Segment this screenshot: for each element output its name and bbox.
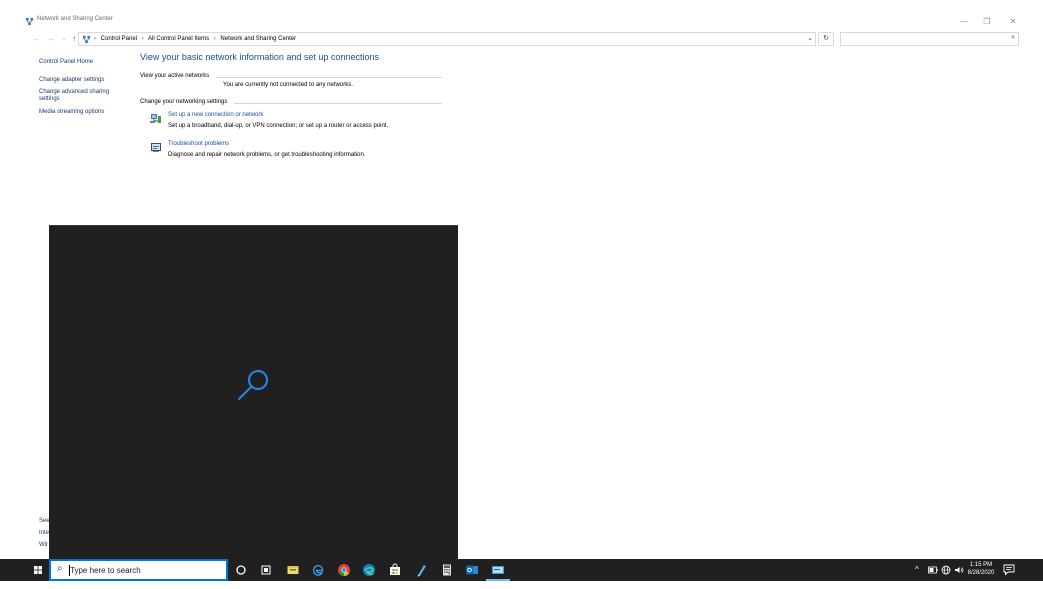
breadcrumb-network-center[interactable]: Network and Sharing Center <box>220 36 296 42</box>
breadcrumb-all-items[interactable]: All Control Panel Items <box>148 36 209 42</box>
close-button[interactable]: ✕ <box>1001 15 1025 29</box>
network-center-icon <box>82 35 91 44</box>
taskbar-search-box[interactable]: ⌕ Type here to search <box>49 559 228 581</box>
address-row: ← → ⌄ ↑ › Control Panel › All Control Pa… <box>0 32 1043 48</box>
network-globe-icon[interactable] <box>941 565 951 575</box>
back-button[interactable]: ← <box>30 32 42 46</box>
edge-icon[interactable] <box>362 563 376 577</box>
breadcrumb: › Control Panel › All Control Panel Item… <box>94 34 299 45</box>
taskbar-clock[interactable]: 1:15 PM 8/28/2020 <box>962 561 1000 577</box>
windows-start-icon[interactable] <box>28 559 48 581</box>
taskbar-search-placeholder: Type here to search <box>70 566 141 575</box>
outlook-icon[interactable] <box>465 563 479 577</box>
action-center-icon[interactable] <box>1003 564 1015 576</box>
troubleshoot-icon <box>151 143 161 152</box>
screen-bottom-edge <box>0 581 1043 589</box>
setup-connection-desc: Set up a broadband, dial-up, or VPN conn… <box>168 123 389 129</box>
store-icon[interactable] <box>388 563 402 577</box>
clock-time: 1:15 PM <box>969 562 993 568</box>
remote-desktop-icon[interactable] <box>491 563 505 577</box>
setup-connection-link[interactable]: Set up a new connection or network <box>168 112 263 118</box>
breadcrumb-separator: › <box>213 36 216 42</box>
search-icon <box>237 369 269 401</box>
troubleshoot-desc: Diagnose and repair network problems, or… <box>168 152 366 158</box>
network-setup-icon <box>150 114 161 123</box>
search-control-panel-input[interactable]: ⌕ <box>840 32 1019 46</box>
change-settings-label: Change your networking settings <box>140 99 228 105</box>
edge-legacy-icon[interactable] <box>311 563 325 577</box>
forward-button[interactable]: → <box>45 32 57 46</box>
change-advanced-sharing-link[interactable]: Change advanced sharing settings <box>39 89 124 103</box>
tray-overflow-chevron[interactable]: ^ <box>915 559 919 581</box>
see-also-link[interactable]: Wir <box>39 542 48 548</box>
taskbar: ⌕ Type here to search ^ 1:15 PM 8/28/202… <box>0 559 1043 581</box>
connection-status-text: You are currently not connected to any n… <box>223 82 353 88</box>
window-title: Network and Sharing Center <box>37 16 113 22</box>
calculator-icon[interactable] <box>440 563 454 577</box>
breadcrumb-control-panel[interactable]: Control Panel <box>101 36 137 42</box>
search-flyout <box>49 225 458 559</box>
active-networks-label: View your active networks <box>140 73 210 79</box>
divider <box>216 77 442 78</box>
cortana-icon[interactable] <box>234 563 248 577</box>
search-icon: ⌕ <box>1011 34 1015 41</box>
clock-date: 8/28/2020 <box>967 570 995 576</box>
left-nav: Control Panel Home Change adapter settin… <box>39 58 134 115</box>
chrome-icon[interactable] <box>337 563 351 577</box>
media-streaming-link[interactable]: Media streaming options <box>39 109 104 116</box>
search-icon: ⌕ <box>57 563 63 574</box>
battery-icon[interactable] <box>928 566 938 574</box>
divider <box>234 103 442 104</box>
network-center-icon <box>25 17 34 26</box>
change-adapter-settings-link[interactable]: Change adapter settings <box>39 77 104 84</box>
minimize-button[interactable]: — <box>952 15 976 29</box>
page-title: View your basic network information and … <box>140 52 379 62</box>
see-also-link[interactable]: Inte <box>39 530 49 536</box>
control-panel-home-link[interactable]: Control Panel Home <box>39 59 134 66</box>
address-bar[interactable]: › Control Panel › All Control Panel Item… <box>78 32 816 46</box>
breadcrumb-separator: › <box>141 36 144 42</box>
refresh-button[interactable]: ↻ <box>818 32 834 46</box>
breadcrumb-separator: › <box>94 36 96 42</box>
maximize-button[interactable]: ❐ <box>975 15 999 29</box>
title-bar: Network and Sharing Center — ❐ ✕ <box>0 15 1043 29</box>
task-view-icon[interactable] <box>259 563 273 577</box>
address-dropdown-button[interactable]: ⌄ <box>803 32 817 46</box>
notepad-icon[interactable] <box>414 563 428 577</box>
file-explorer-icon[interactable] <box>286 563 300 577</box>
troubleshoot-link[interactable]: Troubleshoot problems <box>168 141 229 147</box>
